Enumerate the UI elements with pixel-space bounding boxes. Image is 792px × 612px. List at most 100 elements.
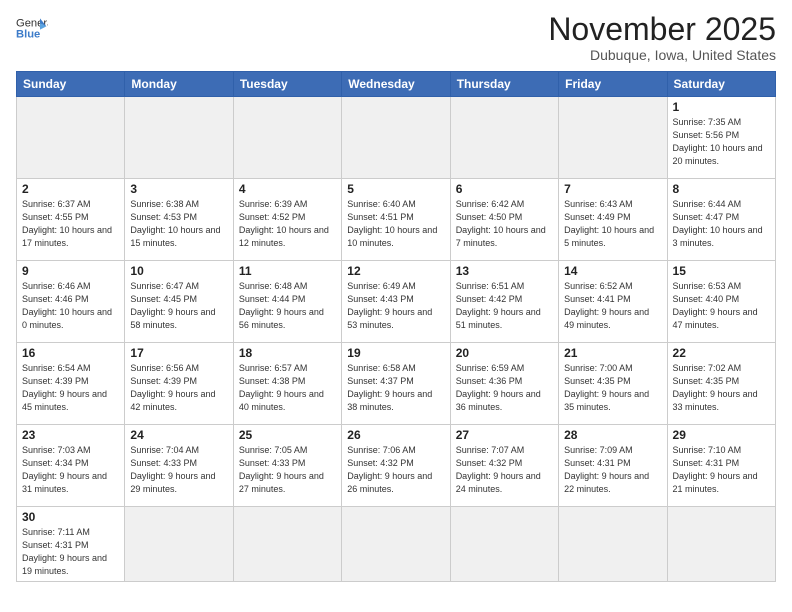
day-number: 18 [239,346,336,360]
calendar-cell [667,507,775,582]
day-number: 22 [673,346,770,360]
day-number: 4 [239,182,336,196]
calendar-week-row: 9 Sunrise: 6:46 AM Sunset: 4:46 PM Daylig… [17,261,776,343]
day-number: 3 [130,182,227,196]
day-number: 5 [347,182,444,196]
calendar-cell: 10Sunrise: 6:47 AM Sunset: 4:45 PM Dayli… [125,261,233,343]
calendar-cell: 6 Sunrise: 6:42 AM Sunset: 4:50 PM Daylig… [450,179,558,261]
weekday-header-row: SundayMondayTuesdayWednesdayThursdayFrid… [17,72,776,97]
weekday-header-saturday: Saturday [667,72,775,97]
day-info: Sunrise: 7:10 AM Sunset: 4:31 PM Dayligh… [673,444,770,496]
day-number: 12 [347,264,444,278]
calendar-cell: 1Sunrise: 7:35 AM Sunset: 5:56 PM Daylig… [667,97,775,179]
calendar-cell [450,507,558,582]
calendar-cell: 18Sunrise: 6:57 AM Sunset: 4:38 PM Dayli… [233,343,341,425]
day-info: Sunrise: 7:05 AM Sunset: 4:33 PM Dayligh… [239,444,336,496]
calendar-cell [233,97,341,179]
day-info: Sunrise: 7:09 AM Sunset: 4:31 PM Dayligh… [564,444,661,496]
day-number: 1 [673,100,770,114]
calendar-cell: 28Sunrise: 7:09 AM Sunset: 4:31 PM Dayli… [559,425,667,507]
calendar-week-row: 16 Sunrise: 6:54 AM Sunset: 4:39 PM Dayli… [17,343,776,425]
day-number: 15 [673,264,770,278]
day-number: 27 [456,428,553,442]
logo: General Blue [16,12,48,44]
day-info: Sunrise: 6:46 AM Sunset: 4:46 PM Dayligh… [22,280,119,332]
day-info: Sunrise: 6:48 AM Sunset: 4:44 PM Dayligh… [239,280,336,332]
calendar-week-row: 2Sunrise: 6:37 AM Sunset: 4:55 PM Daylig… [17,179,776,261]
calendar-week-row: 30 Sunrise: 7:11 AM Sunset: 4:31 PM Dayli… [17,507,776,582]
calendar-cell [17,97,125,179]
day-number: 30 [22,510,119,524]
calendar-cell: 16 Sunrise: 6:54 AM Sunset: 4:39 PM Dayli… [17,343,125,425]
day-number: 14 [564,264,661,278]
calendar-cell: 20 Sunrise: 6:59 AM Sunset: 4:36 PM Dayli… [450,343,558,425]
day-info: Sunrise: 6:44 AM Sunset: 4:47 PM Dayligh… [673,198,770,250]
calendar-cell: 23Sunrise: 7:03 AM Sunset: 4:34 PM Dayli… [17,425,125,507]
location: Dubuque, Iowa, United States [548,47,776,63]
generalblue-logo-icon: General Blue [16,12,48,44]
page: General Blue November 2025 Dubuque, Iowa… [0,0,792,612]
calendar-cell: 24 Sunrise: 7:04 AM Sunset: 4:33 PM Dayli… [125,425,233,507]
calendar-week-row: 23Sunrise: 7:03 AM Sunset: 4:34 PM Dayli… [17,425,776,507]
day-info: Sunrise: 6:51 AM Sunset: 4:42 PM Dayligh… [456,280,553,332]
calendar-cell [233,507,341,582]
calendar-cell: 21 Sunrise: 7:00 AM Sunset: 4:35 PM Dayli… [559,343,667,425]
day-info: Sunrise: 6:59 AM Sunset: 4:36 PM Dayligh… [456,362,553,414]
day-number: 20 [456,346,553,360]
calendar-cell: 4 Sunrise: 6:39 AM Sunset: 4:52 PM Daylig… [233,179,341,261]
calendar-cell: 8 Sunrise: 6:44 AM Sunset: 4:47 PM Daylig… [667,179,775,261]
svg-text:Blue: Blue [16,29,40,41]
day-info: Sunrise: 7:11 AM Sunset: 4:31 PM Dayligh… [22,526,119,578]
calendar-cell: 9 Sunrise: 6:46 AM Sunset: 4:46 PM Daylig… [17,261,125,343]
header: General Blue November 2025 Dubuque, Iowa… [16,12,776,63]
day-info: Sunrise: 7:06 AM Sunset: 4:32 PM Dayligh… [347,444,444,496]
day-info: Sunrise: 6:58 AM Sunset: 4:37 PM Dayligh… [347,362,444,414]
month-title: November 2025 [548,12,776,47]
day-info: Sunrise: 6:54 AM Sunset: 4:39 PM Dayligh… [22,362,119,414]
day-number: 9 [22,264,119,278]
day-number: 17 [130,346,227,360]
day-info: Sunrise: 7:02 AM Sunset: 4:35 PM Dayligh… [673,362,770,414]
day-number: 10 [130,264,227,278]
calendar-cell: 22 Sunrise: 7:02 AM Sunset: 4:35 PM Dayli… [667,343,775,425]
day-info: Sunrise: 7:03 AM Sunset: 4:34 PM Dayligh… [22,444,119,496]
weekday-header-thursday: Thursday [450,72,558,97]
calendar-cell: 3 Sunrise: 6:38 AM Sunset: 4:53 PM Daylig… [125,179,233,261]
day-number: 2 [22,182,119,196]
day-info: Sunrise: 6:42 AM Sunset: 4:50 PM Dayligh… [456,198,553,250]
day-info: Sunrise: 6:43 AM Sunset: 4:49 PM Dayligh… [564,198,661,250]
day-number: 25 [239,428,336,442]
calendar-cell: 12 Sunrise: 6:49 AM Sunset: 4:43 PM Dayli… [342,261,450,343]
weekday-header-wednesday: Wednesday [342,72,450,97]
weekday-header-friday: Friday [559,72,667,97]
calendar-week-row: 1Sunrise: 7:35 AM Sunset: 5:56 PM Daylig… [17,97,776,179]
calendar-cell: 30 Sunrise: 7:11 AM Sunset: 4:31 PM Dayli… [17,507,125,582]
day-number: 21 [564,346,661,360]
day-info: Sunrise: 6:49 AM Sunset: 4:43 PM Dayligh… [347,280,444,332]
day-info: Sunrise: 6:52 AM Sunset: 4:41 PM Dayligh… [564,280,661,332]
day-number: 8 [673,182,770,196]
calendar-cell: 15Sunrise: 6:53 AM Sunset: 4:40 PM Dayli… [667,261,775,343]
day-info: Sunrise: 6:38 AM Sunset: 4:53 PM Dayligh… [130,198,227,250]
day-number: 24 [130,428,227,442]
day-info: Sunrise: 7:00 AM Sunset: 4:35 PM Dayligh… [564,362,661,414]
title-section: November 2025 Dubuque, Iowa, United Stat… [548,12,776,63]
day-info: Sunrise: 6:40 AM Sunset: 4:51 PM Dayligh… [347,198,444,250]
day-info: Sunrise: 7:07 AM Sunset: 4:32 PM Dayligh… [456,444,553,496]
day-info: Sunrise: 6:56 AM Sunset: 4:39 PM Dayligh… [130,362,227,414]
calendar-cell [125,507,233,582]
day-number: 29 [673,428,770,442]
day-number: 13 [456,264,553,278]
calendar-cell: 29 Sunrise: 7:10 AM Sunset: 4:31 PM Dayli… [667,425,775,507]
day-number: 6 [456,182,553,196]
calendar-cell: 26Sunrise: 7:06 AM Sunset: 4:32 PM Dayli… [342,425,450,507]
day-info: Sunrise: 6:39 AM Sunset: 4:52 PM Dayligh… [239,198,336,250]
calendar-cell: 25 Sunrise: 7:05 AM Sunset: 4:33 PM Dayli… [233,425,341,507]
day-number: 11 [239,264,336,278]
calendar-cell: 2Sunrise: 6:37 AM Sunset: 4:55 PM Daylig… [17,179,125,261]
day-number: 16 [22,346,119,360]
day-number: 7 [564,182,661,196]
day-info: Sunrise: 7:04 AM Sunset: 4:33 PM Dayligh… [130,444,227,496]
calendar-cell: 19Sunrise: 6:58 AM Sunset: 4:37 PM Dayli… [342,343,450,425]
weekday-header-sunday: Sunday [17,72,125,97]
